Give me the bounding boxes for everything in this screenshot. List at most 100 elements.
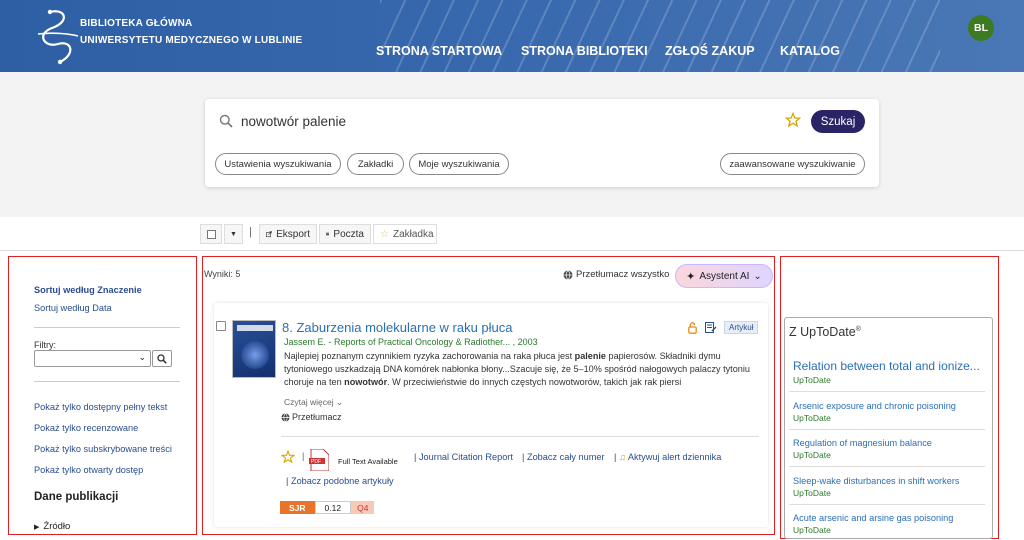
divider: [0, 250, 1024, 251]
mail-label: Poczta: [333, 228, 364, 240]
divider: [789, 391, 985, 392]
translate-all-label: Przetłumacz wszystko: [576, 269, 670, 280]
uptodate-item-title[interactable]: Sleep-wake disturbances in shift workers: [793, 476, 959, 486]
nav-home[interactable]: STRONA STARTOWA: [376, 44, 502, 58]
bookmark-label: Zakładka: [392, 228, 434, 240]
filter-full-text[interactable]: Pokaż tylko dostępny pełny tekst: [34, 402, 167, 412]
search-button[interactable]: Szukaj: [811, 110, 865, 133]
uptodate-item-title[interactable]: Regulation of magnesium balance: [793, 438, 932, 448]
sjr-quartile: Q4: [351, 501, 375, 514]
library-logo-icon[interactable]: [30, 4, 86, 68]
divider: [281, 436, 759, 437]
triangle-right-icon: ▶: [34, 524, 40, 531]
export-icon: [266, 231, 272, 238]
pdf-icon: PDF: [309, 449, 329, 471]
filter-subscribed[interactable]: Pokaż tylko subskrybowane treści: [34, 444, 172, 454]
sjr-label: SJR: [280, 501, 315, 514]
translate-all-button[interactable]: Przetłumacz wszystko: [563, 269, 669, 280]
globe-icon: [563, 269, 573, 280]
uptodate-panel: [784, 317, 993, 539]
uptodate-item-title[interactable]: Relation between total and ionize...: [793, 359, 980, 373]
sparkle-icon: ✦: [686, 270, 696, 283]
publication-data-heading: Dane publikacji: [34, 491, 119, 503]
search-settings-button[interactable]: Ustawienia wyszukiwania: [215, 153, 341, 175]
bell-icon: ♫: [618, 452, 626, 462]
full-text-label: Full Text Available: [338, 457, 398, 466]
chevron-down-icon: ⌄: [335, 397, 344, 407]
journal-citation-report-link[interactable]: | Journal Citation Report: [414, 452, 513, 462]
uptodate-heading-text: Z UpToDate: [789, 325, 856, 339]
translate-label: Przetłumacz: [292, 412, 342, 422]
divider: [789, 466, 985, 467]
advanced-search-button[interactable]: zaawansowane wyszukiwanie: [720, 153, 865, 175]
divider: [34, 327, 180, 328]
translate-record-button[interactable]: Przetłumacz: [281, 412, 342, 422]
globe-icon: [281, 412, 290, 422]
journal-alert-label: Aktywuj alert dziennika: [627, 452, 722, 462]
logo-line-1: BIBLIOTEKA GŁÓWNA: [80, 18, 193, 29]
uptodate-item-source: UpToDate: [793, 413, 831, 423]
filters-search-button[interactable]: [152, 350, 172, 367]
nav-purchase-request[interactable]: ZGŁOŚ ZAKUP: [665, 44, 755, 58]
results-count: Wyniki: 5: [204, 269, 241, 279]
toolbar-divider: |: [249, 226, 252, 238]
svg-text:PDF: PDF: [311, 459, 321, 465]
source-facet[interactable]: ▶ Źródło: [34, 521, 70, 532]
star-icon[interactable]: [785, 112, 801, 128]
similar-articles-link[interactable]: | Zobacz podobne artykuły: [286, 476, 394, 486]
uptodate-item-title[interactable]: Arsenic exposure and chronic poisoning: [793, 401, 956, 411]
mail-icon: [326, 232, 330, 236]
user-avatar[interactable]: BL: [968, 15, 994, 41]
record-abstract: Najlepiej poznanym czynnikiem ryzyka zac…: [284, 351, 750, 388]
uptodate-item-source: UpToDate: [793, 488, 831, 498]
uptodate-heading-sup: ®: [855, 325, 861, 333]
site-header: BIBLIOTEKA GŁÓWNA UNIWERSYTETU MEDYCZNEG…: [0, 0, 1024, 72]
record-meta[interactable]: Jassem E. - Reports of Practical Oncolog…: [284, 337, 538, 347]
record-title[interactable]: 8. Zaburzenia molekularne w raku płuca: [282, 320, 513, 335]
view-issue-link[interactable]: | Zobacz cały numer: [522, 452, 605, 462]
uptodate-item-source: UpToDate: [793, 450, 831, 460]
export-button[interactable]: Eksport: [259, 224, 317, 244]
article-type-badge: Artykuł: [724, 321, 759, 334]
search-input[interactable]: [241, 110, 771, 132]
nav-library[interactable]: STRONA BIBLIOTEKI: [521, 44, 648, 58]
mail-button[interactable]: Poczta: [319, 224, 371, 244]
divider: [34, 381, 180, 382]
journal-cover-image[interactable]: [232, 320, 276, 378]
pdf-full-text-button[interactable]: PDF Full Text Available: [309, 449, 409, 471]
my-searches-button[interactable]: Moje wyszukiwania: [409, 153, 509, 175]
logo-line-2: UNIWERSYTETU MEDYCZNEGO W LUBLINIE: [80, 35, 303, 46]
uptodate-heading: Z UpToDate®: [789, 325, 861, 339]
uptodate-item-title[interactable]: Acute arsenic and arsine gas poisoning: [793, 513, 953, 523]
divider: [789, 429, 985, 430]
source-label: Źródło: [43, 521, 71, 532]
bookmarks-button[interactable]: Zakładki: [347, 153, 404, 175]
journal-citation-report-label: Journal Citation Report: [418, 452, 513, 462]
record-checkbox[interactable]: [216, 321, 226, 331]
select-dropdown[interactable]: ▼: [224, 224, 243, 244]
search-icon: [219, 114, 233, 128]
nav-catalog[interactable]: KATALOG: [780, 44, 840, 58]
read-more-label: Czytaj więcej: [284, 397, 334, 407]
filters-select[interactable]: ⌄: [34, 350, 151, 367]
action-divider: |: [302, 451, 305, 461]
caret-down-icon: ▼: [230, 230, 237, 238]
search-card: Szukaj Ustawienia wyszukiwania Zakładki …: [205, 99, 879, 187]
sort-relevance-link[interactable]: Sortuj według Znaczenie: [34, 285, 142, 295]
filter-peer-reviewed[interactable]: Pokaż tylko recenzowane: [34, 423, 138, 433]
bookmark-button[interactable]: ☆ Zakładka: [373, 224, 437, 244]
chevron-down-icon: ⌄: [138, 352, 146, 362]
ai-assistant-label: Asystent AI: [699, 270, 750, 282]
view-issue-label: Zobacz cały numer: [526, 452, 605, 462]
star-icon[interactable]: [281, 450, 295, 464]
journal-alert-link[interactable]: | ♫ Aktywuj alert dziennika: [614, 452, 721, 462]
star-outline-icon: ☆: [380, 228, 389, 240]
filter-open-access[interactable]: Pokaż tylko otwarty dostęp: [34, 465, 143, 475]
ai-assistant-button[interactable]: ✦ Asystent AI ⌄: [675, 264, 773, 288]
select-all-checkbox[interactable]: [200, 224, 222, 244]
read-more-link[interactable]: Czytaj więcej ⌄: [284, 397, 343, 408]
header-pattern: [380, 0, 940, 72]
sort-date-link[interactable]: Sortuj według Data: [34, 303, 112, 313]
note-icon[interactable]: [705, 322, 717, 334]
sjr-value: 0.12: [314, 501, 352, 514]
